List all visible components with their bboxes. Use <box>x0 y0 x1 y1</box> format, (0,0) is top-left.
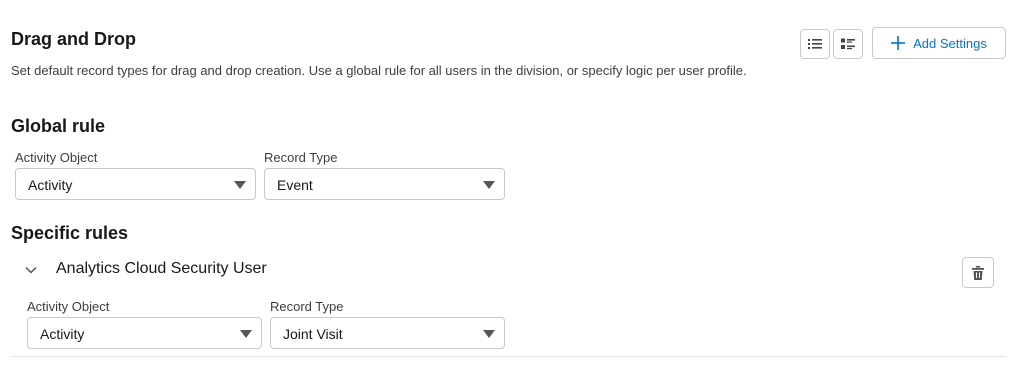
rule-activity-object-select[interactable]: Activity <box>27 317 262 349</box>
rule-record-type-label: Record Type <box>270 299 344 314</box>
tile-view-button[interactable] <box>833 29 863 59</box>
page-title: Drag and Drop <box>11 29 137 49</box>
global-activity-object-label: Activity Object <box>15 150 98 165</box>
expand-rule-toggle[interactable] <box>24 263 38 277</box>
global-record-type-value: Event <box>277 177 313 193</box>
trash-icon <box>972 265 984 280</box>
global-record-type-label: Record Type <box>264 150 338 165</box>
list-view-icon <box>808 39 822 49</box>
section-divider <box>11 356 1006 357</box>
global-rule-heading: Global rule <box>11 116 106 136</box>
caret-down-icon <box>234 181 246 189</box>
global-activity-object-value: Activity <box>28 177 73 193</box>
rule-activity-object-label: Activity Object <box>27 299 110 314</box>
delete-rule-button[interactable] <box>962 257 994 288</box>
specific-rule-name: Analytics Cloud Security User <box>56 260 267 277</box>
caret-down-icon <box>483 330 495 338</box>
add-settings-label: Add Settings <box>913 35 987 51</box>
global-record-type-select[interactable]: Event <box>264 168 505 200</box>
caret-down-icon <box>483 181 495 189</box>
global-activity-object-select[interactable]: Activity <box>15 168 256 200</box>
page-description: Set default record types for drag and dr… <box>11 63 747 78</box>
chevron-down-icon <box>25 266 37 274</box>
rule-activity-object-value: Activity <box>40 326 85 342</box>
caret-down-icon <box>240 330 252 338</box>
rule-record-type-select[interactable]: Joint Visit <box>270 317 505 349</box>
tile-view-icon <box>841 38 855 50</box>
list-view-button[interactable] <box>800 29 830 59</box>
plus-icon <box>891 36 906 50</box>
add-settings-button[interactable]: Add Settings <box>872 27 1006 59</box>
rule-record-type-value: Joint Visit <box>283 326 343 342</box>
specific-rules-heading: Specific rules <box>11 223 129 243</box>
